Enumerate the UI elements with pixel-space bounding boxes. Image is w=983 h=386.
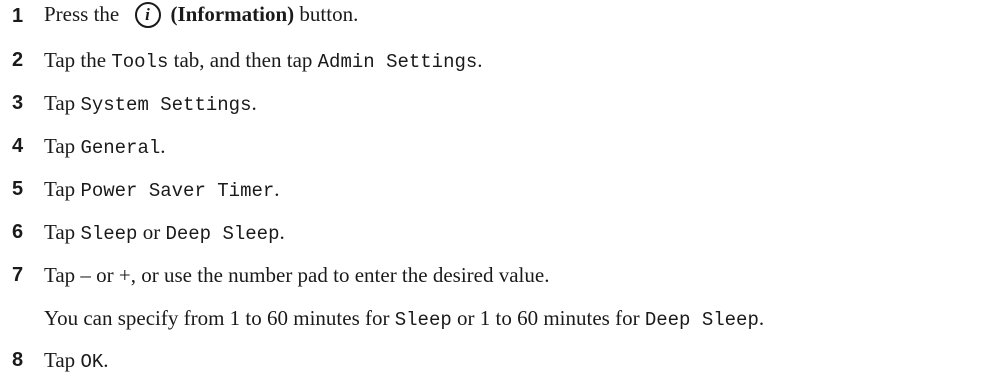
step-number: 1 (12, 4, 24, 27)
step-text-segment: Press the (44, 2, 125, 27)
button-name: (Information) (170, 2, 295, 27)
step-text-segment: Tap – or +, or use the number pad to ent… (44, 262, 550, 287)
step-text-segment: button. (294, 2, 359, 27)
step-text-segment: You can specify from 1 to 60 minutes for (44, 305, 395, 330)
step-text: Tap – or +, or use the number pad to ent… (44, 263, 549, 288)
step-text-segment: . (251, 90, 257, 115)
ui-term: System Settings (80, 93, 252, 116)
step-number: 2 (12, 48, 24, 71)
step-text-segment: . (274, 176, 280, 201)
step-text: You can specify from 1 to 60 minutes for… (44, 306, 764, 331)
ui-term: Power Saver Timer (80, 179, 275, 202)
step-text-segment: . (279, 219, 285, 244)
step-text: Press the i (Information) button. (44, 1, 359, 29)
step-text-segment: Tap (44, 90, 81, 115)
step-text: Tap General. (44, 134, 166, 159)
step-number: 5 (12, 177, 24, 200)
step-number: 7 (12, 263, 24, 286)
step-text: Tap Sleep or Deep Sleep. (44, 220, 285, 245)
step-number: 8 (12, 348, 24, 371)
ui-term: Sleep (80, 222, 138, 245)
ui-term: Admin Settings (317, 50, 478, 73)
ui-term: Sleep (394, 308, 452, 331)
step-number: 6 (12, 220, 24, 243)
ui-term: OK (80, 350, 104, 373)
step-text-segment: Tap the (44, 47, 112, 72)
ui-term: Deep Sleep (644, 308, 759, 331)
step-text-segment: or 1 to 60 minutes for (451, 305, 645, 330)
step-text-segment: . (103, 347, 109, 372)
ui-term: General (80, 136, 161, 159)
step-text-segment: Tap (44, 347, 81, 372)
step-text: Tap System Settings. (44, 91, 257, 116)
step-text: Tap OK. (44, 348, 109, 373)
step-text-segment: . (758, 305, 765, 330)
step-text-segment: . (160, 133, 166, 158)
step-number: 3 (12, 91, 24, 114)
ui-term: Deep Sleep (165, 222, 280, 245)
step-text-segment: Tap (44, 176, 81, 201)
step-number: 4 (12, 134, 24, 157)
step-text-segment: Tap (44, 219, 81, 244)
ui-term: Tools (111, 50, 169, 73)
step-text-segment: . (477, 47, 483, 72)
step-text-segment: Tap (44, 133, 81, 158)
information-icon-glyph: i (145, 5, 150, 25)
step-text: Tap the Tools tab, and then tap Admin Se… (44, 48, 483, 73)
step-text: Tap Power Saver Timer. (44, 177, 280, 202)
step-text-segment: or (137, 219, 166, 244)
information-icon: i (134, 1, 161, 28)
step-text-segment: tab, and then tap (168, 47, 318, 72)
